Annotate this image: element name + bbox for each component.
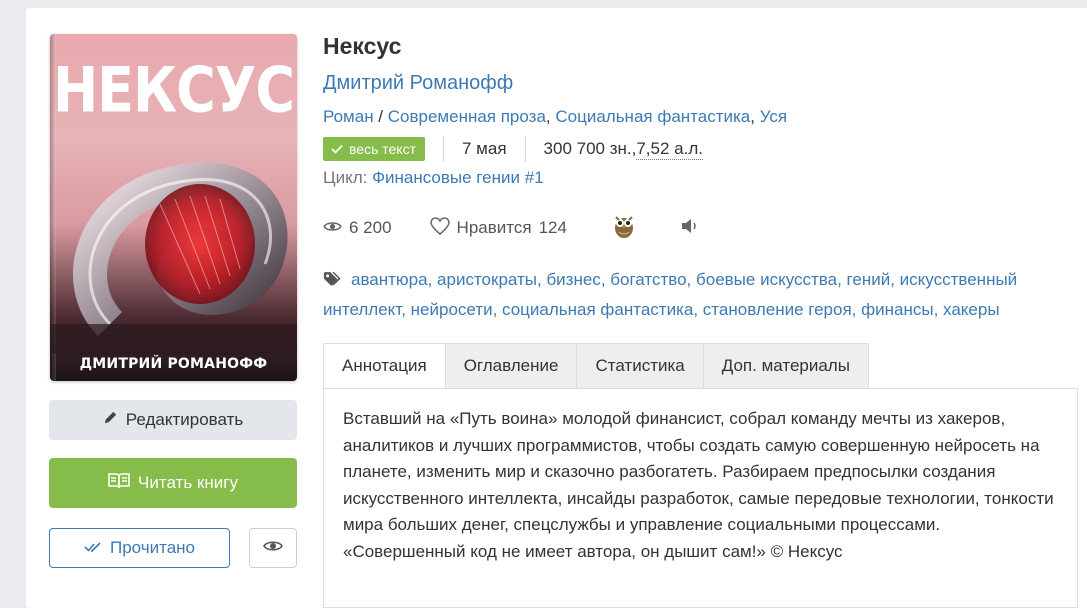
edit-button-label: Редактировать [125,410,244,429]
genre-separator: , [545,107,556,126]
tag-link[interactable]: хакеры [943,300,1000,319]
cover-art-sculpture [50,162,297,354]
genre-link[interactable]: Роман [323,107,374,126]
edit-button[interactable]: Редактировать [49,400,297,440]
tag-link[interactable]: гений [847,270,891,289]
tab-statistics[interactable]: Статистика [577,343,704,389]
book-cycle: Цикл: Финансовые гении #1 [323,168,544,188]
views-count: 6 200 [349,218,392,237]
tag-link[interactable]: социальная фантастика [502,300,693,319]
book-cover[interactable]: НЕКСУС ДМИТРИЙ РОМАНОФФ [50,34,297,381]
divider [524,136,526,162]
book-card: НЕКСУС ДМИТРИЙ РОМАНОФФ Редактировать Чи… [26,8,1087,608]
cycle-link[interactable]: Финансовые гении [372,168,520,187]
mark-read-label: Прочитано [110,538,195,557]
read-book-button[interactable]: Читать книгу [49,458,297,508]
likes-label: Нравится [456,218,532,237]
genre-separator: / [373,107,388,126]
tag-link[interactable]: финансы [861,300,933,319]
status-badge-label: весь текст [349,141,416,157]
tab-materials[interactable]: Доп. материалы [703,343,869,389]
annotation-text: Вставший на «Путь воина» молодой финанси… [343,409,1054,561]
tag-link[interactable]: авантюра [351,270,428,289]
tab-bar: Аннотация Оглавление Статистика Доп. мат… [323,343,869,389]
read-book-label: Читать книгу [138,473,238,492]
likes-count: 124 [538,218,567,237]
heart-icon [429,216,450,240]
tag-icon [323,269,345,296]
speaker-icon[interactable] [681,218,699,239]
genre-link[interactable]: Современная проза [388,107,546,126]
pencil-icon [103,410,118,430]
publish-date: 7 мая [462,139,507,158]
like-button[interactable]: Нравится 124 [429,216,567,240]
book-size-chars: 300 700 зн., [543,139,637,158]
cycle-number: #1 [519,168,544,187]
tag-link[interactable]: нейросети [411,300,493,319]
genre-link[interactable]: Социальная фантастика [555,107,750,126]
owl-icon[interactable] [613,213,635,244]
double-check-icon [84,538,102,558]
eye-icon [323,218,342,238]
annotation-panel: Вставший на «Путь воина» молодой финанси… [323,388,1078,608]
eye-icon [263,538,283,558]
book-title: Нексус [323,33,402,59]
check-icon [331,141,343,157]
genre-link[interactable]: Уся [760,107,787,126]
tag-link[interactable]: богатство [610,270,686,289]
cover-title: НЕКСУС [52,54,295,127]
genre-separator: , [750,107,760,126]
tag-list: авантюра, аристократы, бизнес, богатство… [323,269,1018,319]
genre-list: Роман / Современная проза, Социальная фа… [323,107,787,127]
mark-read-button[interactable]: Прочитано [49,528,230,568]
tab-annotation[interactable]: Аннотация [323,343,446,389]
status-badge: весь текст [323,137,425,161]
book-stats: 6 200 Нравится 124 [323,215,699,241]
tab-contents[interactable]: Оглавление [445,343,578,389]
book-author-link[interactable]: Дмитрий Романофф [323,72,513,95]
divider [443,136,444,162]
tag-link[interactable]: становление героя [703,300,852,319]
views-stat: 6 200 [323,218,392,238]
tag-link[interactable]: аристократы [437,270,537,289]
watch-button[interactable] [249,528,297,568]
cover-author: ДМИТРИЙ РОМАНОФФ [79,356,268,372]
open-book-icon [108,472,130,495]
tag-link[interactable]: бизнес [546,270,600,289]
tag-link[interactable]: боевые искусства [696,270,837,289]
book-size-sheets[interactable]: 7,52 а.л. [636,139,703,160]
cycle-label: Цикл: [323,168,373,187]
book-meta: весь текст 7 мая 300 700 зн., 7,52 а.л. [323,136,703,162]
